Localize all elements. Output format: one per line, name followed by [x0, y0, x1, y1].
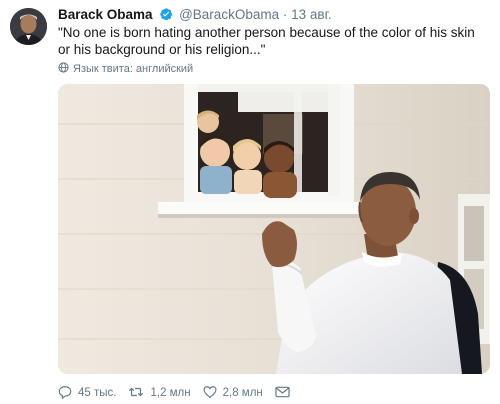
reply-count: 45 тыс. — [78, 387, 117, 399]
verified-badge-icon — [159, 7, 173, 21]
retweet-count: 1,2 млн — [150, 387, 191, 399]
tweet-date[interactable]: 13 авг. — [291, 7, 331, 22]
language-label: Язык твита: английский — [73, 63, 194, 75]
tweet[interactable]: Barack Obama @BarackObama · 13 авг. "No … — [0, 0, 500, 404]
separator-dot: · — [282, 7, 288, 22]
tweet-photo[interactable] — [58, 84, 490, 374]
reply-button[interactable]: 45 тыс. — [58, 385, 116, 402]
globe-icon — [58, 62, 69, 76]
direct-message-button[interactable] — [275, 386, 296, 401]
author-handle[interactable]: @BarackObama — [179, 7, 279, 22]
tweet-header: Barack Obama @BarackObama · 13 авг. — [58, 6, 490, 23]
retweet-icon — [128, 385, 150, 402]
avatar[interactable] — [10, 8, 47, 45]
retweet-button[interactable]: 1,2 млн — [128, 385, 191, 402]
tweet-actions: 45 тыс. 1,2 млн 2,8 млн — [58, 385, 308, 401]
envelope-icon — [275, 386, 296, 401]
heart-icon — [203, 385, 223, 402]
like-button[interactable]: 2,8 млн — [203, 385, 263, 402]
photo-image — [58, 84, 490, 374]
author-name[interactable]: Barack Obama — [58, 7, 153, 22]
tweet-language[interactable]: Язык твита: английский — [58, 62, 193, 76]
like-count: 2,8 млн — [222, 387, 263, 399]
tweet-text: "No one is born hating another person be… — [58, 25, 475, 57]
reply-icon — [58, 385, 78, 402]
avatar-image — [10, 8, 47, 45]
